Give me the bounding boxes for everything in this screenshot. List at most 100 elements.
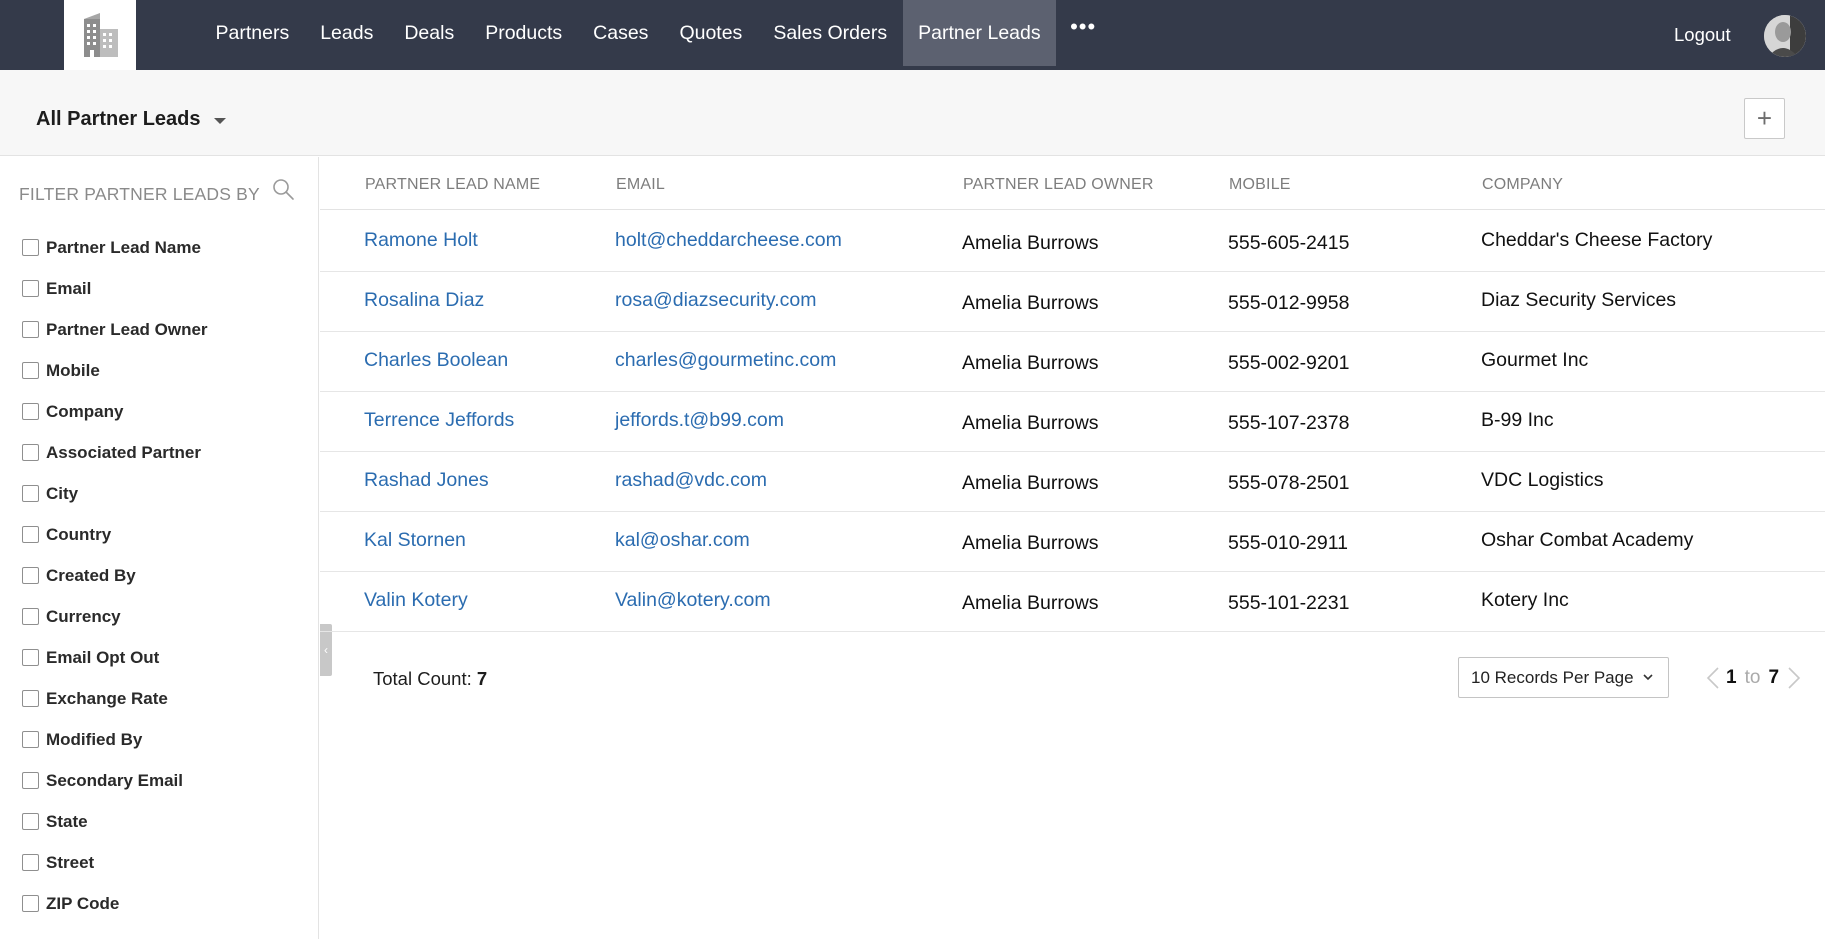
filter-checkbox[interactable] (22, 444, 39, 461)
filter-label: Partner Lead Owner (46, 319, 208, 339)
previous-page-icon[interactable] (1706, 666, 1720, 690)
cell-mobile: 555-010-2911 (1228, 532, 1348, 554)
cell-mobile: 555-107-2378 (1228, 412, 1350, 434)
cell-email[interactable]: jeffords.t@b99.com (615, 409, 784, 432)
cell-email[interactable]: Valin@kotery.com (615, 589, 771, 612)
filter-checkbox[interactable] (22, 854, 39, 871)
filter-item[interactable]: Exchange Rate (22, 678, 208, 719)
nav-cases[interactable]: Cases (578, 0, 664, 66)
filter-item[interactable]: Created By (22, 555, 208, 596)
filter-item[interactable]: Company (22, 391, 208, 432)
filter-checkbox[interactable] (22, 321, 39, 338)
cell-company: Cheddar's Cheese Factory (1481, 229, 1713, 251)
table-row[interactable]: Rosalina Diaz rosa@diazsecurity.com Amelia… (320, 272, 1825, 332)
top-navigation-bar: Partners Leads Deals Products Cases Quot… (0, 0, 1825, 70)
filter-checkbox[interactable] (22, 280, 39, 297)
filter-item[interactable]: ZIP Code (22, 883, 208, 924)
nav-leads[interactable]: Leads (305, 0, 389, 66)
filter-checkbox[interactable] (22, 403, 39, 420)
filter-item[interactable]: Secondary Email (22, 760, 208, 801)
user-avatar[interactable] (1764, 15, 1806, 57)
records-per-page-select[interactable]: 10 Records Per Page (1458, 657, 1669, 698)
filter-checkbox[interactable] (22, 526, 39, 543)
filter-item[interactable]: Currency (22, 596, 208, 637)
cell-partner-lead-name[interactable]: Ramone Holt (364, 229, 478, 252)
filter-checkbox[interactable] (22, 895, 39, 912)
company-logo[interactable] (64, 0, 136, 70)
filter-checkbox[interactable] (22, 362, 39, 379)
more-menu-icon[interactable]: ••• (1056, 0, 1114, 66)
filter-item[interactable]: Modified By (22, 719, 208, 760)
cell-partner-lead-name[interactable]: Charles Boolean (364, 349, 508, 372)
table-row[interactable]: Rashad Jones rashad@vdc.com Amelia Burrows… (320, 452, 1825, 512)
cell-company: Gourmet Inc (1481, 349, 1589, 371)
column-header-email[interactable]: EMAIL (616, 176, 665, 194)
filter-item[interactable]: Email (22, 268, 208, 309)
filter-checkbox[interactable] (22, 649, 39, 666)
filter-item[interactable]: City (22, 473, 208, 514)
cell-partner-lead-name[interactable]: Terrence Jeffords (364, 409, 514, 432)
column-header-company[interactable]: COMPANY (1482, 176, 1563, 194)
filter-checkbox[interactable] (22, 239, 39, 256)
filter-checkbox[interactable] (22, 772, 39, 789)
cell-owner: Amelia Burrows (962, 532, 1099, 554)
nav-deals[interactable]: Deals (389, 0, 470, 66)
filter-checkbox[interactable] (22, 608, 39, 625)
filter-item[interactable]: Partner Lead Name (22, 227, 208, 268)
table-row[interactable]: Valin Kotery Valin@kotery.com Amelia Burro… (320, 572, 1825, 632)
filter-label: Company (46, 401, 124, 421)
filter-checkbox[interactable] (22, 813, 39, 830)
filter-label: Modified By (46, 729, 143, 749)
cell-email[interactable]: holt@cheddarcheese.com (615, 229, 842, 252)
cell-partner-lead-name[interactable]: Kal Stornen (364, 529, 466, 552)
filter-label: Associated Partner (46, 442, 201, 462)
logout-link[interactable]: Logout (1674, 24, 1731, 46)
view-selector[interactable]: All Partner Leads (36, 108, 226, 131)
filter-item[interactable]: Country (22, 514, 208, 555)
page-from: 1 (1726, 667, 1737, 688)
filter-checkbox[interactable] (22, 690, 39, 707)
caret-down-icon (213, 117, 226, 124)
next-page-icon[interactable] (1787, 666, 1801, 690)
column-header-mobile[interactable]: MOBILE (1229, 176, 1291, 194)
cell-email[interactable]: rosa@diazsecurity.com (615, 289, 817, 312)
filter-item[interactable]: Street (22, 842, 208, 883)
view-selector-label: All Partner Leads (36, 108, 201, 130)
nav-products[interactable]: Products (470, 0, 578, 66)
column-header-name[interactable]: PARTNER LEAD NAME (365, 176, 540, 194)
nav-partners[interactable]: Partners (200, 0, 305, 66)
filter-item[interactable]: Email Opt Out (22, 637, 208, 678)
cell-company: Oshar Combat Academy (1481, 529, 1694, 551)
cell-partner-lead-name[interactable]: Rashad Jones (364, 469, 489, 492)
table-row[interactable]: Kal Stornen kal@oshar.com Amelia Burrows 55… (320, 512, 1825, 572)
nav-quotes[interactable]: Quotes (664, 0, 758, 66)
chevron-down-icon (1643, 674, 1653, 681)
filter-item[interactable]: State (22, 801, 208, 842)
table-row[interactable]: Terrence Jeffords jeffords.t@b99.com Ameli… (320, 392, 1825, 452)
filter-checkbox[interactable] (22, 731, 39, 748)
total-count-label: Total Count: (373, 668, 472, 689)
column-header-owner[interactable]: PARTNER LEAD OWNER (963, 176, 1154, 194)
cell-mobile: 555-002-9201 (1228, 352, 1350, 374)
nav-sales-orders[interactable]: Sales Orders (758, 0, 903, 66)
filter-checkbox[interactable] (22, 567, 39, 584)
cell-email[interactable]: rashad@vdc.com (615, 469, 767, 492)
cell-partner-lead-name[interactable]: Rosalina Diaz (364, 289, 484, 312)
cell-owner: Amelia Burrows (962, 592, 1099, 614)
cell-owner: Amelia Burrows (962, 292, 1099, 314)
cell-company: VDC Logistics (1481, 469, 1604, 491)
cell-partner-lead-name[interactable]: Valin Kotery (364, 589, 468, 612)
add-partner-lead-button[interactable]: + (1744, 98, 1785, 139)
table-row[interactable]: Charles Boolean charles@gourmetinc.com Ame… (320, 332, 1825, 392)
table-row[interactable]: Ramone Holt holt@cheddarcheese.com Amelia … (320, 212, 1825, 272)
filter-item[interactable]: Partner Lead Owner (22, 309, 208, 350)
filter-item[interactable]: Mobile (22, 350, 208, 391)
filter-label: Currency (46, 606, 121, 626)
cell-email[interactable]: charles@gourmetinc.com (615, 349, 836, 372)
cell-email[interactable]: kal@oshar.com (615, 529, 750, 552)
search-icon[interactable] (271, 177, 295, 201)
nav-partner-leads[interactable]: Partner Leads (902, 0, 1057, 66)
filter-label: Country (46, 524, 112, 544)
filter-checkbox[interactable] (22, 485, 39, 502)
filter-item[interactable]: Associated Partner (22, 432, 208, 473)
